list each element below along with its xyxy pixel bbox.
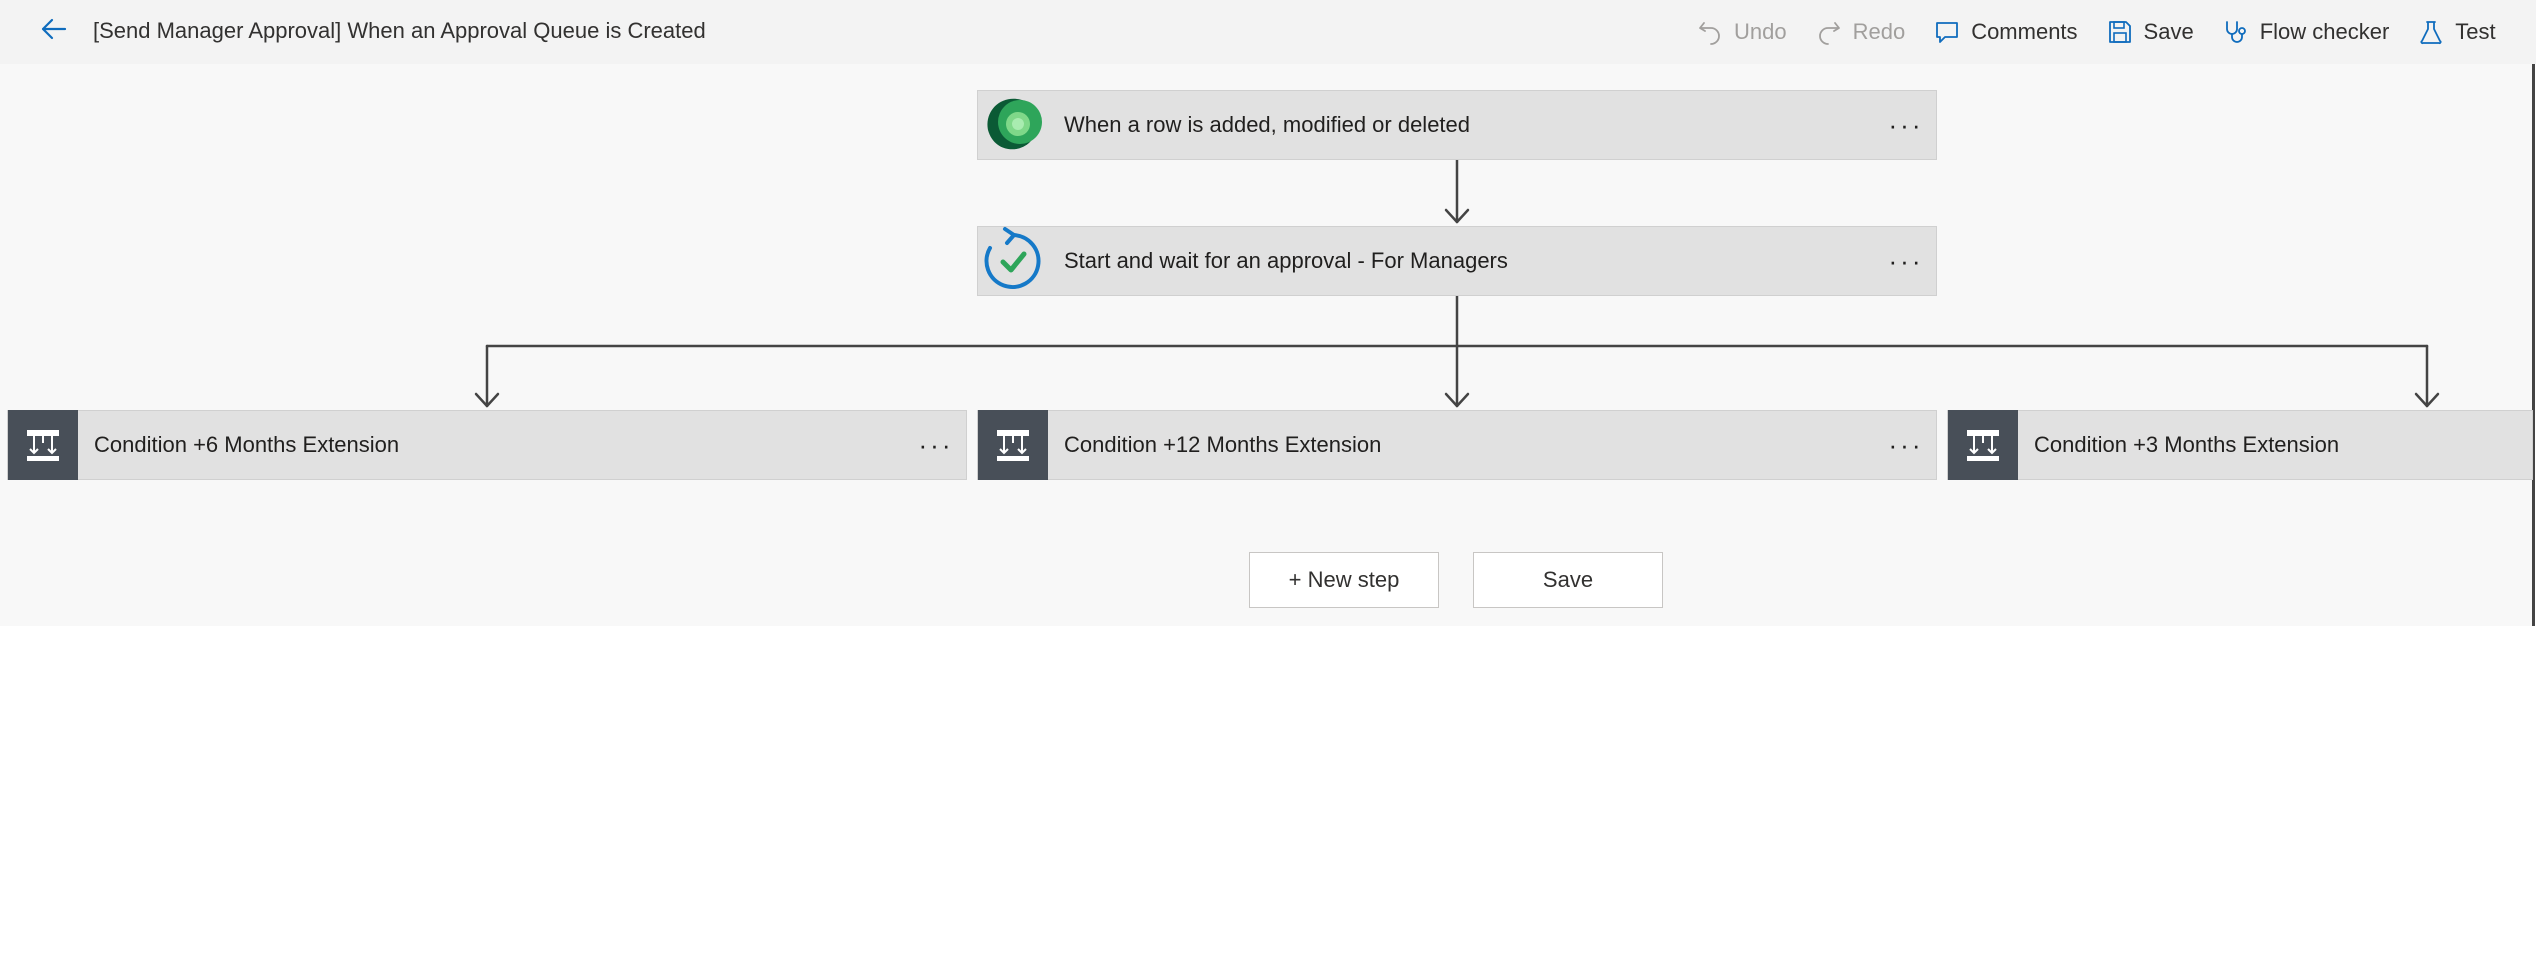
top-bar: [Send Manager Approval] When an Approval… bbox=[0, 0, 2536, 64]
condition-card-3-months[interactable]: Condition +3 Months Extension bbox=[1947, 410, 2533, 480]
comments-label: Comments bbox=[1971, 19, 2078, 44]
dataverse-icon bbox=[978, 90, 1048, 160]
arrow-left-icon bbox=[39, 15, 67, 48]
undo-label: Undo bbox=[1734, 19, 1787, 44]
approval-icon bbox=[978, 226, 1048, 296]
condition-icon bbox=[8, 410, 78, 480]
trigger-title: When a row is added, modified or deleted bbox=[1064, 112, 1471, 137]
comment-icon bbox=[1933, 18, 1961, 46]
flow-checker-label: Flow checker bbox=[2259, 19, 2390, 44]
condition-title: Condition +12 Months Extension bbox=[1064, 432, 1382, 457]
condition-title: Condition +3 Months Extension bbox=[2034, 432, 2340, 457]
approval-more-button[interactable]: ··· bbox=[1876, 226, 1936, 296]
undo-button[interactable]: Undo bbox=[1696, 14, 1787, 50]
condition-icon bbox=[1948, 410, 2018, 480]
approval-card[interactable]: Start and wait for an approval - For Man… bbox=[977, 226, 1937, 296]
command-bar: Undo Redo Comments Save Flow checker Tes… bbox=[1696, 14, 2524, 50]
redo-icon bbox=[1815, 18, 1843, 46]
flow-title: [Send Manager Approval] When an Approval… bbox=[93, 18, 706, 43]
condition-title: Condition +6 Months Extension bbox=[94, 432, 400, 457]
test-button[interactable]: Test bbox=[2417, 14, 2496, 50]
undo-icon bbox=[1696, 18, 1724, 46]
save-toolbar-button[interactable]: Save bbox=[2106, 14, 2194, 50]
condition-icon bbox=[978, 410, 1048, 480]
condition-card-6-months[interactable]: Condition +6 Months Extension ··· bbox=[7, 410, 967, 480]
stethoscope-icon bbox=[2222, 18, 2250, 46]
condition-more-button[interactable]: ··· bbox=[1876, 410, 1936, 480]
save-toolbar-label: Save bbox=[2143, 19, 2194, 44]
trigger-more-button[interactable]: ··· bbox=[1876, 90, 1936, 160]
back-button[interactable] bbox=[36, 14, 70, 48]
condition-card-12-months[interactable]: Condition +12 Months Extension ··· bbox=[977, 410, 1937, 480]
trigger-card[interactable]: When a row is added, modified or deleted… bbox=[977, 90, 1937, 160]
approval-title: Start and wait for an approval - For Man… bbox=[1064, 248, 1508, 273]
save-icon bbox=[2106, 18, 2134, 46]
beaker-icon bbox=[2417, 18, 2445, 46]
condition-more-button[interactable]: ··· bbox=[906, 410, 966, 480]
redo-button[interactable]: Redo bbox=[1815, 14, 1906, 50]
test-label: Test bbox=[2455, 19, 2496, 44]
comments-button[interactable]: Comments bbox=[1933, 14, 2078, 50]
new-step-button[interactable]: + New step bbox=[1249, 552, 1439, 608]
redo-label: Redo bbox=[1852, 19, 1906, 44]
save-button[interactable]: Save bbox=[1473, 552, 1663, 608]
flow-checker-button[interactable]: Flow checker bbox=[2222, 14, 2390, 50]
